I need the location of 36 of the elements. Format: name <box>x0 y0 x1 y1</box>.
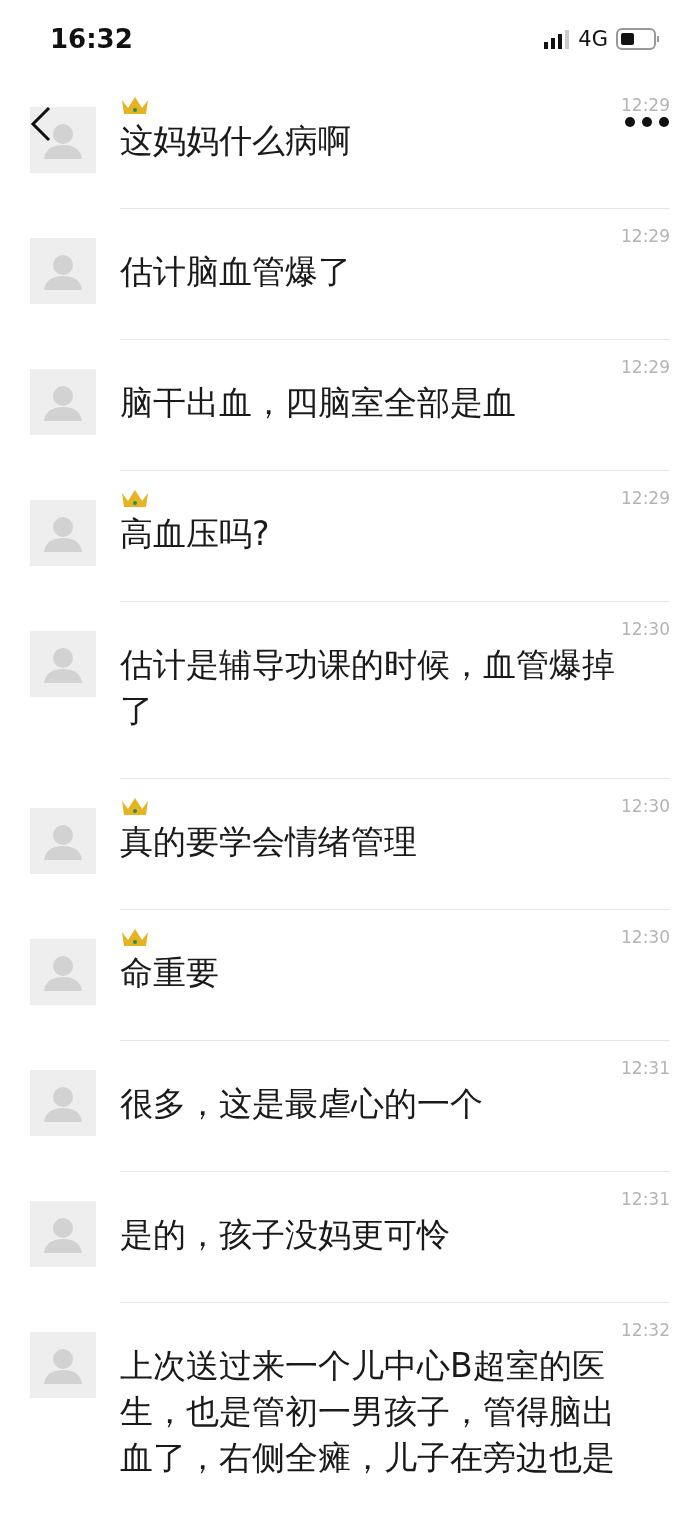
avatar-icon <box>30 1332 96 1398</box>
avatar-icon <box>30 107 96 173</box>
message-text: 上次送过来一个儿中心B超室的医生，也是管初一男孩子，管得脑出血了，右侧全瘫，儿子在旁边也是 <box>120 1345 616 1479</box>
message-text: 估计是辅导功课的时候，血管爆掉了 <box>120 644 616 732</box>
battery-icon <box>616 28 660 50</box>
message-text: 这妈妈什么病啊 <box>120 120 352 162</box>
avatar-icon <box>30 238 96 304</box>
message-text: 高血压吗? <box>120 513 271 555</box>
status-time: 16:32 <box>50 24 133 54</box>
avatar-icon <box>30 1070 96 1136</box>
message-time: 12:32 <box>621 1320 670 1340</box>
message-text: 脑干出血，四脑室全部是血 <box>120 382 517 424</box>
message-time: 12:29 <box>621 357 670 377</box>
avatar-icon <box>30 1201 96 1267</box>
message-text: 估计脑血管爆了 <box>120 251 352 293</box>
message-time: 12:30 <box>621 927 670 947</box>
message-text: 是的，孩子没妈更可怜 <box>120 1214 451 1256</box>
message-time: 12:31 <box>621 1058 670 1078</box>
message-time: 12:29 <box>621 226 670 246</box>
message-text: 命重要 <box>120 952 220 994</box>
avatar-icon <box>30 500 96 566</box>
network-label: 4G <box>578 27 608 51</box>
avatar-icon <box>30 631 96 697</box>
avatar-icon <box>30 808 96 874</box>
more-icon[interactable] <box>624 116 670 128</box>
message-time: 12:30 <box>621 619 670 639</box>
avatar-icon <box>30 939 96 1005</box>
message-text: 真的要学会情绪管理 <box>120 821 418 863</box>
message-text: 很多，这是最虐心的一个 <box>120 1083 484 1125</box>
avatar-icon <box>30 369 96 435</box>
message-time: 12:30 <box>621 796 670 816</box>
back-icon[interactable] <box>30 106 52 142</box>
message-time: 12:29 <box>621 95 670 115</box>
signal-icon <box>544 29 571 49</box>
message-time: 12:29 <box>621 488 670 508</box>
message-time: 12:31 <box>621 1189 670 1209</box>
